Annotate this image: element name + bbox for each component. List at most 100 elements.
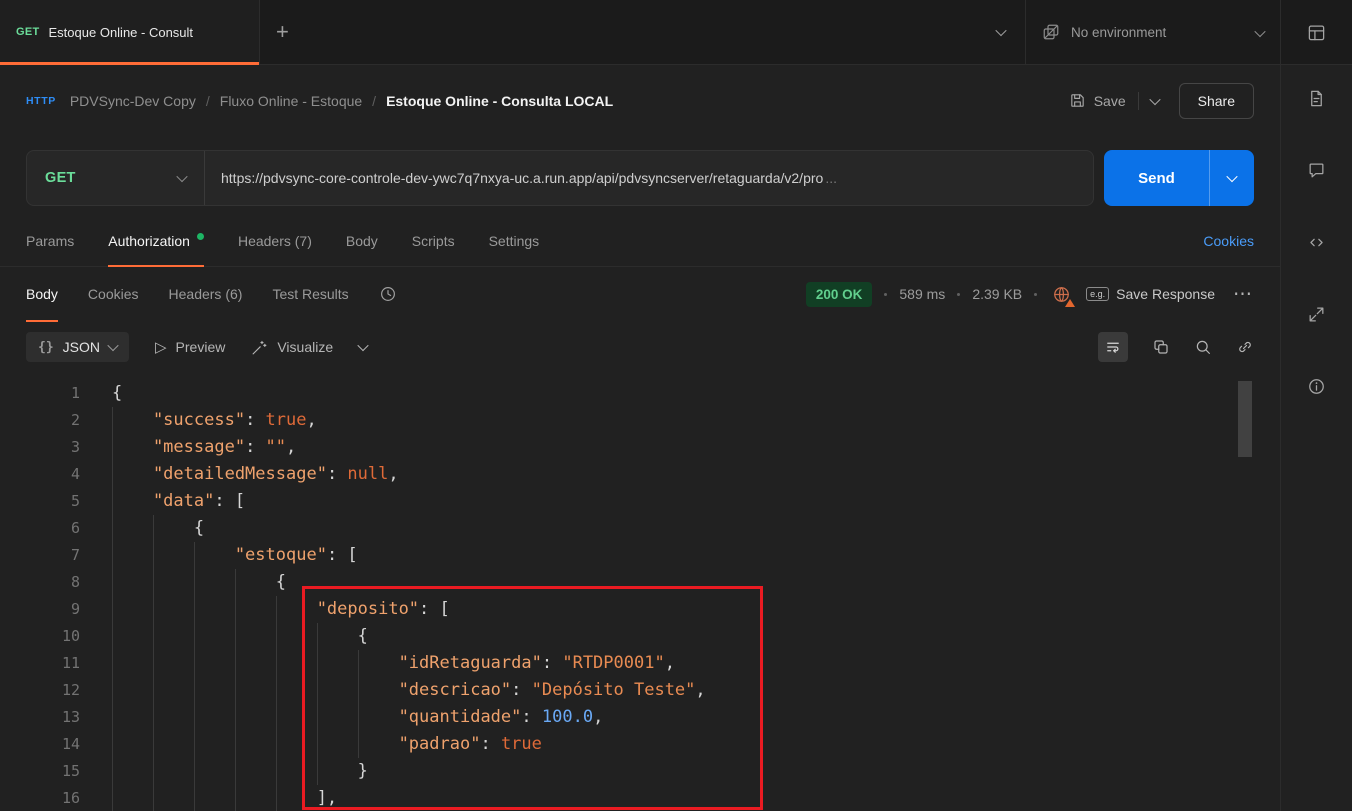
share-button[interactable]: Share [1178,82,1254,119]
code-line: 1{ [0,380,1280,407]
line-number: 12 [61,681,80,699]
url-input[interactable]: https://pdvsync-core-controle-dev-ywc7q7… [205,151,1093,205]
network-info-button[interactable] [1052,285,1076,307]
table-icon [1308,25,1325,40]
visualize-button[interactable]: Visualize [251,339,333,356]
code-line: 9 "deposito": [ [0,596,1280,623]
request-header: HTTP PDVSync-Dev Copy / Fluxo Online - E… [0,65,1280,136]
tab-headers[interactable]: Headers (7) [238,216,312,266]
code-snippet-button[interactable] [1307,233,1326,252]
preview-button[interactable]: ▷ Preview [155,338,225,356]
code-icon [1310,238,1323,247]
expand-button[interactable] [1307,305,1326,324]
format-chevron-icon [107,339,119,352]
save-options-chevron[interactable] [1137,91,1161,110]
breadcrumb-separator: / [205,92,210,109]
cookies-link[interactable]: Cookies [1203,233,1254,249]
breadcrumb-folder[interactable]: Fluxo Online - Estoque [220,93,362,109]
environment-label: No environment [1071,24,1167,40]
tab-method-label: GET [16,26,40,38]
copy-button[interactable] [1152,338,1170,356]
scrollbar-thumb[interactable] [1238,381,1252,457]
search-button[interactable] [1194,338,1212,356]
line-number: 7 [70,546,80,564]
code-line: 2 "success": true, [0,407,1280,434]
info-button[interactable] [1307,377,1326,396]
right-sidebar [1280,65,1352,811]
environment-chevron-icon [1254,25,1266,40]
line-number: 14 [61,735,80,753]
line-number: 9 [70,600,80,618]
line-number: 11 [61,654,80,672]
response-tab-test-results[interactable]: Test Results [272,267,348,321]
code-line: 13 "quantidade": 100.0, [0,704,1280,731]
visualize-label: Visualize [277,339,334,355]
environment-selector[interactable]: No environment [1026,0,1280,64]
visualize-options-chevron[interactable] [357,338,369,356]
code-lines: 1{2 "success": true, 3 "message": "", 4 "deta… [0,380,1280,811]
more-actions-button[interactable]: ⋯ [1233,283,1254,306]
save-response-button[interactable]: e.g. Save Response [1086,286,1215,302]
url-box: GET https://pdvsync-core-controle-dev-yw… [26,150,1094,206]
response-history-button[interactable] [379,285,397,303]
code-line: 14 "padrao": true [0,731,1280,758]
line-number: 10 [61,627,80,645]
new-tab-button[interactable]: + [276,21,289,43]
code-line: 3 "message": "", [0,434,1280,461]
authorization-status-dot [196,232,204,240]
http-protocol-icon: HTTP [26,94,56,107]
warning-triangle-icon [1065,298,1076,307]
send-options-button[interactable] [1209,150,1254,206]
tab-settings[interactable]: Settings [489,216,540,266]
tab-params[interactable]: Params [26,216,74,266]
tab-authorization-label: Authorization [108,233,190,249]
format-selector[interactable]: {} JSON [26,332,129,362]
code-line: 11 "idRetaguarda": "RTDP0001", [0,650,1280,677]
code-line: 12 "descricao": "Depósito Teste", [0,677,1280,704]
response-body-viewer[interactable]: 1{2 "success": true, 3 "message": "", 4 "deta… [0,373,1280,811]
line-number: 15 [61,762,80,780]
method-chevron-icon [176,170,188,183]
braces-icon: {} [38,339,54,355]
meta-separator-dot [1034,292,1038,296]
send-button[interactable]: Send [1104,150,1209,206]
line-number: 6 [70,519,80,537]
save-label: Save [1093,92,1126,109]
line-number: 4 [70,465,80,483]
method-selector[interactable]: GET [27,151,205,205]
url-truncation: ... [825,170,837,186]
breadcrumb-separator: / [372,92,377,109]
wrap-text-button[interactable] [1098,332,1128,362]
response-tabs-row: Body Cookies Headers (6) Test Results 20… [0,267,1280,322]
tab-authorization[interactable]: Authorization [108,216,204,267]
request-tab[interactable]: GET Estoque Online - Consult [0,0,260,65]
request-tabs: Params Authorization Headers (7) Body Sc… [0,216,1280,267]
document-icon [1311,90,1322,107]
response-time: 589 ms [899,286,946,302]
tab-list-chevron-icon[interactable] [995,23,1007,41]
link-button[interactable] [1236,338,1254,356]
env-quick-look-button[interactable] [1307,23,1326,42]
code-line: 6{ [0,515,1280,542]
code-line: 10{ [0,623,1280,650]
save-button[interactable]: Save [1069,92,1126,109]
response-tab-headers[interactable]: Headers (6) [169,267,243,321]
request-bar: GET https://pdvsync-core-controle-dev-yw… [26,150,1254,206]
line-number: 8 [70,573,80,591]
line-number: 13 [61,708,80,726]
tab-title: Estoque Online - Consult [48,24,194,40]
documentation-button[interactable] [1307,89,1326,108]
comments-button[interactable] [1307,161,1326,180]
breadcrumb-collection[interactable]: PDVSync-Dev Copy [70,93,196,109]
link-icon [1239,341,1251,353]
code-line: 16], [0,785,1280,811]
response-tab-cookies[interactable]: Cookies [88,267,139,321]
save-icon [1070,94,1084,107]
preview-label: Preview [175,339,226,355]
tab-body[interactable]: Body [346,216,378,266]
tab-scripts[interactable]: Scripts [412,216,455,266]
header-actions: Save Share [1069,82,1254,119]
save-response-label: Save Response [1116,286,1215,302]
response-tab-body[interactable]: Body [26,267,58,322]
app-window: GET Estoque Online - Consult + No enviro… [0,0,1352,811]
